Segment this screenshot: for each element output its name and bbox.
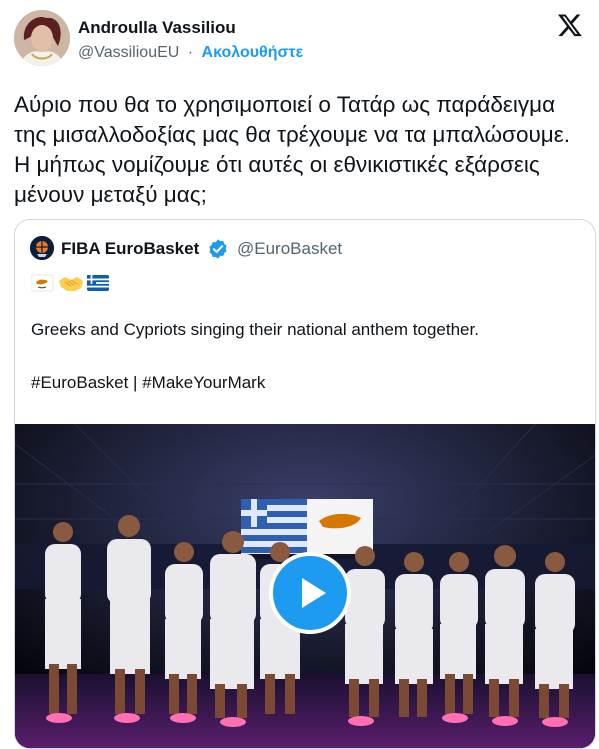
greece-flag-icon	[87, 275, 109, 291]
video-thumbnail[interactable]	[15, 424, 595, 748]
author-handle-line: @VassiliouEU · Ακολουθήστε	[78, 44, 303, 62]
quoted-avatar[interactable]	[30, 236, 54, 260]
cyprus-flag-icon	[30, 274, 54, 292]
follow-button[interactable]: Ακολουθήστε	[202, 44, 304, 61]
quoted-name[interactable]: FIBA EuroBasket	[61, 239, 199, 259]
x-logo-icon[interactable]	[557, 12, 583, 38]
quoted-tweet[interactable]: FIBA EuroBasket @EuroBasket Greeks and C…	[14, 219, 596, 749]
tweet-text: Αύριο που θα το χρησιμοποιεί ο Τατάρ ως …	[14, 92, 571, 207]
verified-badge-icon	[207, 238, 229, 260]
greek-flag-screen	[241, 499, 373, 559]
author-avatar[interactable]	[14, 10, 70, 66]
author-name[interactable]: Androulla Vassiliou	[78, 18, 236, 38]
quoted-handle[interactable]: @EuroBasket	[237, 239, 342, 259]
separator: ·	[187, 44, 194, 61]
emoji-row	[30, 272, 111, 294]
play-button[interactable]	[269, 552, 351, 634]
handshake-icon	[59, 277, 83, 291]
tweet-header: Androulla Vassiliou @VassiliouEU · Ακολο…	[14, 10, 589, 70]
author-handle[interactable]: @VassiliouEU	[78, 44, 179, 61]
quoted-hashtags[interactable]: #EuroBasket | #MakeYourMark	[31, 373, 265, 393]
quoted-text: Greeks and Cypriots singing their nation…	[31, 320, 479, 339]
